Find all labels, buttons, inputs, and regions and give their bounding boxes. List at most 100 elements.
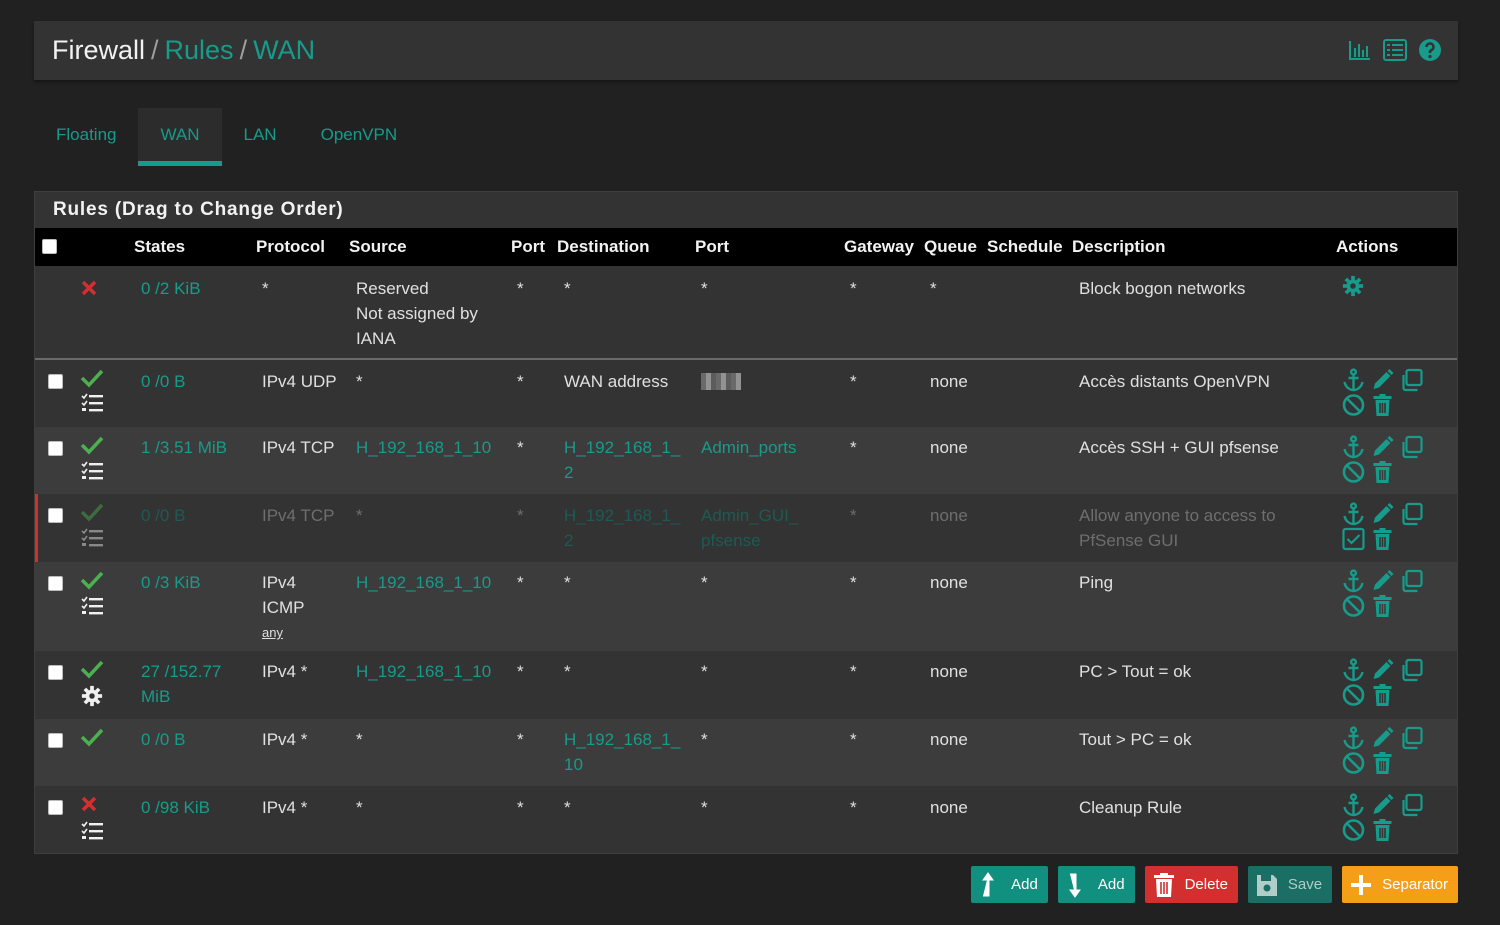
trash-icon[interactable] xyxy=(1370,527,1395,551)
copy-icon[interactable] xyxy=(1399,726,1424,750)
row-checkbox[interactable] xyxy=(48,665,63,680)
block-x-icon xyxy=(81,796,97,812)
copy-icon[interactable] xyxy=(1399,502,1424,526)
enable-check-square-icon[interactable] xyxy=(1341,527,1366,551)
copy-icon[interactable] xyxy=(1399,569,1424,593)
list-icon[interactable] xyxy=(1383,38,1407,62)
select-all-checkbox[interactable] xyxy=(42,239,57,254)
destination-value: * xyxy=(564,662,571,681)
edit-pencil-icon[interactable] xyxy=(1370,658,1395,682)
table-row[interactable]: 27 /152.77 MiB IPv4 * H_192_168_1_10 * *… xyxy=(35,651,1457,719)
states-value[interactable]: 0 /0 B xyxy=(141,503,185,528)
states-value[interactable]: 1 /3.51 MiB xyxy=(141,435,227,460)
description-value: Accès SSH + GUI pfsense xyxy=(1079,438,1279,457)
trash-icon[interactable] xyxy=(1370,683,1395,707)
edit-pencil-icon[interactable] xyxy=(1370,793,1395,817)
states-value[interactable]: 0 /0 B xyxy=(141,369,185,394)
row-checkbox[interactable] xyxy=(48,733,63,748)
anchor-icon[interactable] xyxy=(1341,569,1366,593)
disable-ban-icon[interactable] xyxy=(1341,460,1366,484)
delete-button[interactable]: Delete xyxy=(1144,866,1238,903)
source-value: * xyxy=(356,372,363,391)
trash-icon[interactable] xyxy=(1370,460,1395,484)
source-value[interactable]: H_192_168_1_10 xyxy=(356,570,491,595)
anchor-icon[interactable] xyxy=(1341,502,1366,526)
description-value: Tout > PC = ok xyxy=(1079,730,1192,749)
states-value[interactable]: 0 /3 KiB xyxy=(141,570,201,595)
row-checkbox[interactable] xyxy=(48,800,63,815)
delete-label: Delete xyxy=(1184,876,1228,893)
edit-pencil-icon[interactable] xyxy=(1370,726,1395,750)
chart-icon[interactable] xyxy=(1348,38,1372,62)
edit-pencil-icon[interactable] xyxy=(1370,502,1395,526)
edit-pencil-icon[interactable] xyxy=(1370,435,1395,459)
states-value[interactable]: 27 /152.77 MiB xyxy=(141,659,221,709)
copy-icon[interactable] xyxy=(1399,435,1424,459)
anchor-icon[interactable] xyxy=(1341,435,1366,459)
add-bottom-button[interactable]: Add xyxy=(1057,866,1135,903)
destination-value[interactable]: H_192_168_1_ 2 xyxy=(564,503,680,553)
source-value[interactable]: H_192_168_1_10 xyxy=(356,435,491,460)
states-value[interactable]: 0 /0 B xyxy=(141,727,185,752)
trash-icon[interactable] xyxy=(1370,751,1395,775)
table-row-disabled[interactable]: 0 /0 B IPv4 TCP * * H_192_168_1_ 2 Admin… xyxy=(35,494,1457,562)
trash-icon[interactable] xyxy=(1370,393,1395,417)
tab-floating[interactable]: Floating xyxy=(34,108,138,166)
destination-value[interactable]: H_192_168_1_ 10 xyxy=(564,727,680,777)
disable-ban-icon[interactable] xyxy=(1341,683,1366,707)
edit-pencil-icon[interactable] xyxy=(1370,569,1395,593)
save-button[interactable]: Save xyxy=(1247,866,1333,903)
source-port-value: * xyxy=(517,279,524,298)
queue-value: none xyxy=(930,662,968,681)
states-value[interactable]: 0 /2 KiB xyxy=(141,276,201,301)
table-row[interactable]: 0 /0 B IPv4 UDP * * WAN address * none A… xyxy=(35,360,1457,427)
disable-ban-icon[interactable] xyxy=(1341,751,1366,775)
icmp-type-link[interactable]: any xyxy=(262,620,305,645)
disable-ban-icon[interactable] xyxy=(1341,818,1366,842)
row-checkbox[interactable] xyxy=(48,508,63,523)
anchor-icon[interactable] xyxy=(1341,726,1366,750)
table-row[interactable]: 0 /3 KiB IPv4 ICMP any H_192_168_1_10 * … xyxy=(35,562,1457,651)
row-checkbox[interactable] xyxy=(48,441,63,456)
trash-icon[interactable] xyxy=(1370,594,1395,618)
edit-pencil-icon[interactable] xyxy=(1370,368,1395,392)
destination-value[interactable]: H_192_168_1_ 2 xyxy=(564,435,680,485)
disable-ban-icon[interactable] xyxy=(1341,594,1366,618)
help-icon[interactable] xyxy=(1418,38,1442,62)
anchor-icon[interactable] xyxy=(1341,793,1366,817)
tab-openvpn[interactable]: OpenVPN xyxy=(299,108,420,166)
anchor-icon[interactable] xyxy=(1341,658,1366,682)
table-row[interactable]: 0 /2 KiB * Reserved Not assigned by IANA… xyxy=(35,266,1457,358)
table-row[interactable]: 1 /3.51 MiB IPv4 TCP H_192_168_1_10 * H_… xyxy=(35,427,1457,494)
table-row[interactable]: 0 /98 KiB IPv4 * * * * * * none Cleanup … xyxy=(35,786,1457,853)
col-queue: Queue xyxy=(924,237,977,256)
copy-icon[interactable] xyxy=(1399,368,1424,392)
tab-wan[interactable]: WAN xyxy=(138,108,222,166)
destination-value: * xyxy=(564,798,571,817)
disable-ban-icon[interactable] xyxy=(1341,393,1366,417)
log-list-icon xyxy=(81,528,103,547)
destination-port-value[interactable]: Admin_GUI_ pfsense xyxy=(701,503,798,553)
row-actions xyxy=(1341,793,1451,842)
gear-icon[interactable] xyxy=(1342,275,1364,297)
source-port-value: * xyxy=(517,798,524,817)
protocol-value: IPv4 * xyxy=(262,662,308,681)
breadcrumb-rules[interactable]: Rules xyxy=(165,35,234,65)
row-checkbox[interactable] xyxy=(48,576,63,591)
tab-lan[interactable]: LAN xyxy=(222,108,299,166)
copy-icon[interactable] xyxy=(1399,658,1424,682)
destination-port-value[interactable]: Admin_ports xyxy=(701,435,796,460)
breadcrumb-wan[interactable]: WAN xyxy=(253,35,315,65)
breadcrumb: Firewall / Rules / WAN xyxy=(52,34,315,66)
anchor-icon[interactable] xyxy=(1341,368,1366,392)
separator-button[interactable]: Separator xyxy=(1342,866,1458,903)
source-value: * xyxy=(356,798,363,817)
copy-icon[interactable] xyxy=(1399,793,1424,817)
table-row[interactable]: 0 /0 B IPv4 * * * H_192_168_1_ 10 * * no… xyxy=(35,719,1457,786)
source-value[interactable]: H_192_168_1_10 xyxy=(356,659,491,684)
row-checkbox[interactable] xyxy=(48,374,63,389)
states-value[interactable]: 0 /98 KiB xyxy=(141,795,210,820)
destination-port-line: Admin_GUI_ xyxy=(701,506,799,525)
trash-icon[interactable] xyxy=(1370,818,1395,842)
add-top-button[interactable]: Add xyxy=(971,866,1048,903)
